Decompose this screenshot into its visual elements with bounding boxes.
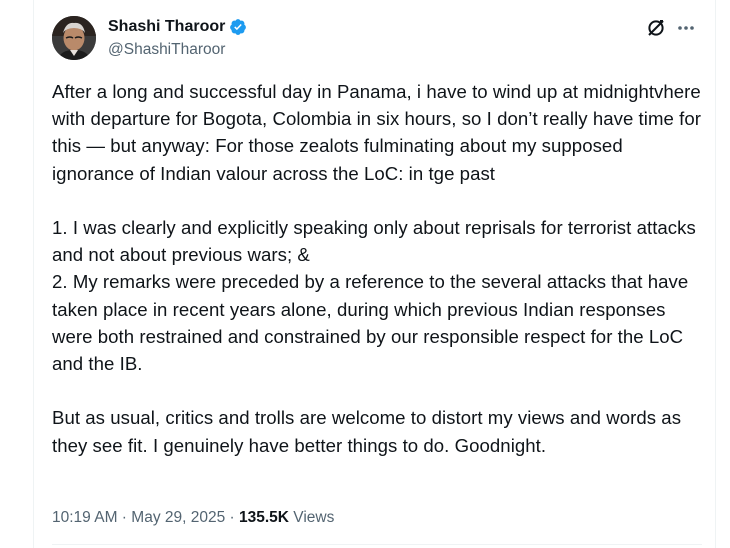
tweet-meta: 10:19 AM · May 29, 2025 · 135.5K Views: [52, 508, 334, 528]
avatar-image: [52, 16, 96, 60]
tweet-date[interactable]: May 29, 2025: [131, 508, 225, 528]
views-count[interactable]: 135.5K: [239, 508, 289, 528]
divider: [52, 544, 702, 545]
tweet-paragraph: 1. I was clearly and explicitly speaking…: [52, 217, 696, 266]
avatar[interactable]: [52, 16, 96, 60]
tweet-paragraph: 2. My remarks were preceded by a referen…: [52, 271, 689, 375]
views-label: Views: [288, 509, 335, 526]
grok-icon[interactable]: [645, 17, 667, 39]
author-display-name[interactable]: Shashi Tharoor: [108, 17, 225, 37]
author-handle[interactable]: @ShashiTharoor: [108, 40, 225, 60]
verified-badge-icon[interactable]: [229, 18, 247, 36]
tweet-text: After a long and successful day in Panam…: [52, 78, 702, 459]
meta-separator: ·: [117, 509, 132, 526]
author-name-row: Shashi Tharoor: [108, 17, 247, 37]
meta-separator: ·: [225, 509, 239, 526]
more-options-icon[interactable]: [676, 17, 696, 39]
tweet-paragraph: After a long and successful day in Panam…: [52, 81, 701, 184]
tweet-time[interactable]: 10:19 AM: [52, 508, 118, 528]
tweet-paragraph: But as usual, critics and trolls are wel…: [52, 407, 682, 456]
